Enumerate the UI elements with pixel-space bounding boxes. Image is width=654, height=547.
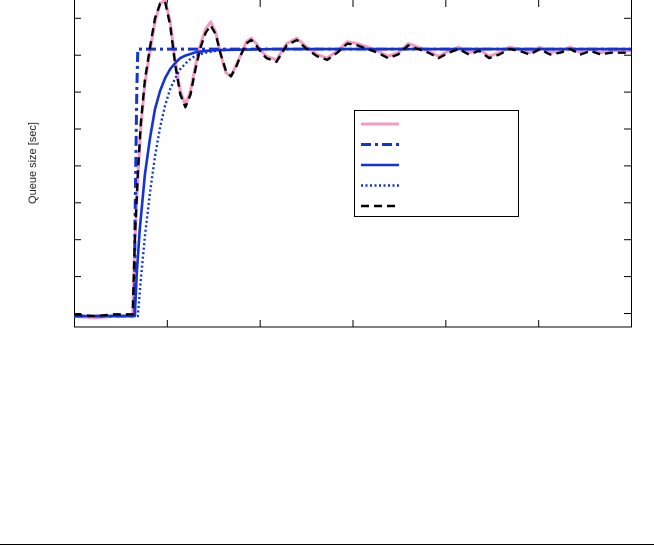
series-layer xyxy=(74,0,631,320)
legend xyxy=(354,110,519,217)
series-line-2 xyxy=(74,47,631,318)
page-bottom-rule xyxy=(0,544,654,545)
queue-size-chart: Queue size [sec] xyxy=(27,0,632,328)
y-axis-label: Queue size [sec] xyxy=(27,122,39,204)
series-line-4 xyxy=(74,47,631,318)
series-line-3 xyxy=(74,47,631,318)
legend-box xyxy=(354,110,519,217)
